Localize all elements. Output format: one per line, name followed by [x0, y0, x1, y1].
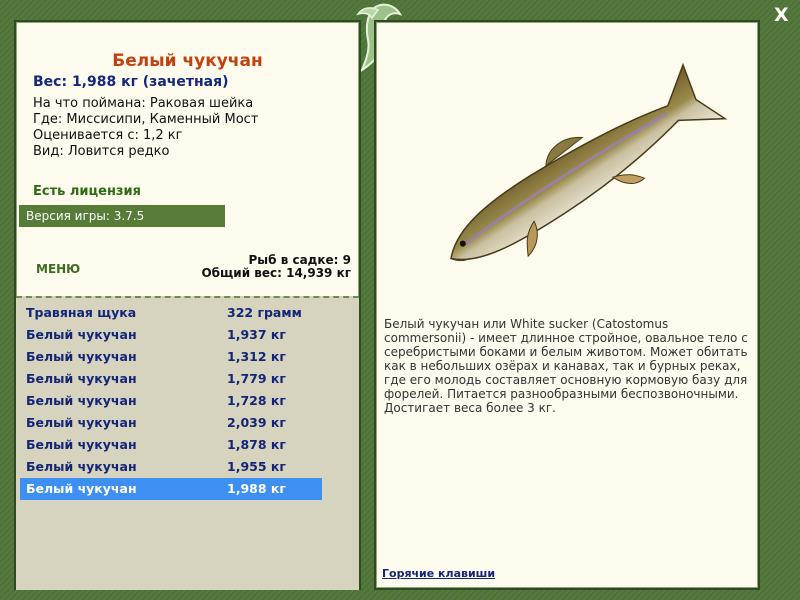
- catch-fish-weight: 1,937 кг: [227, 327, 286, 342]
- catch-list-row[interactable]: Белый чукучан 1,955 кг: [20, 456, 322, 478]
- catch-list-row[interactable]: Белый чукучан 1,988 кг: [20, 478, 322, 500]
- catch-fish-name: Белый чукучан: [26, 437, 137, 452]
- catch-list-row[interactable]: Белый чукучан 1,728 кг: [20, 390, 322, 412]
- fish-info-panel: Белый чукучан Вес: 1,988 кг (зачетная) Н…: [14, 20, 361, 590]
- catch-fish-weight: 1,312 кг: [227, 349, 286, 364]
- game-window: X Белый чукучан Вес: 1,988 кг (зачетная)…: [0, 0, 800, 600]
- keepnet-count: Рыб в садке: 9: [248, 253, 352, 267]
- catch-list-row[interactable]: Белый чукучан 2,039 кг: [20, 412, 322, 434]
- catch-fish-weight: 1,988 кг: [227, 481, 286, 496]
- catch-fish-name: Белый чукучан: [26, 349, 137, 364]
- hotkeys-link[interactable]: Горячие клавиши: [382, 567, 495, 580]
- menu-button[interactable]: МЕНЮ: [36, 262, 80, 276]
- catch-fish-name: Белый чукучан: [26, 393, 137, 408]
- catch-fish-weight: 322 грамм: [227, 305, 302, 320]
- catch-fish-weight: 1,955 кг: [227, 459, 286, 474]
- catch-fish-name: Белый чукучан: [26, 459, 137, 474]
- catch-list-row[interactable]: Белый чукучан 1,779 кг: [20, 368, 322, 390]
- catch-list: Травяная щука 322 грамм Белый чукучан 1,937…: [20, 302, 322, 500]
- catch-fish-weight: 2,039 кг: [227, 415, 286, 430]
- license-status: Есть лицензия: [33, 184, 141, 199]
- catch-fish-weight: 1,728 кг: [227, 393, 286, 408]
- catch-fish-weight: 1,779 кг: [227, 371, 286, 386]
- catch-list-row[interactable]: Белый чукучан 1,878 кг: [20, 434, 322, 456]
- catch-fish-name: Белый чукучан: [26, 371, 137, 386]
- close-button[interactable]: X: [774, 4, 789, 26]
- catch-fish-name: Белый чукучан: [26, 415, 137, 430]
- fish-bait: На что поймана: Раковая шейка: [33, 96, 254, 111]
- catch-list-row[interactable]: Белый чукучан 1,937 кг: [20, 324, 322, 346]
- fish-image: [450, 62, 728, 262]
- catch-list-row[interactable]: Травяная щука 322 грамм: [20, 302, 322, 324]
- fish-description: Белый чукучан или White sucker (Catostom…: [384, 317, 748, 415]
- catch-fish-weight: 1,878 кг: [227, 437, 286, 452]
- fish-valued-from: Оценивается с: 1,2 кг: [33, 128, 183, 143]
- fish-location: Где: Миссисипи, Каменный Мост: [33, 112, 259, 127]
- game-version-bar: Версия игры: 3.7.5: [19, 205, 225, 227]
- fish-weight: Вес: 1,988 кг (зачетная): [33, 74, 229, 90]
- catch-list-row[interactable]: Белый чукучан 1,312 кг: [20, 346, 322, 368]
- fish-rarity: Вид: Ловится редко: [33, 144, 170, 159]
- catch-fish-name: Белый чукучан: [26, 327, 137, 342]
- fish-name-title: Белый чукучан: [112, 51, 263, 71]
- catch-fish-name: Белый чукучан: [26, 481, 137, 496]
- catch-fish-name: Травяная щука: [26, 305, 137, 320]
- keepnet-total-weight: Общий вес: 14,939 кг: [201, 266, 351, 280]
- fish-detail-panel: Белый чукучан или White sucker (Catostom…: [374, 20, 760, 590]
